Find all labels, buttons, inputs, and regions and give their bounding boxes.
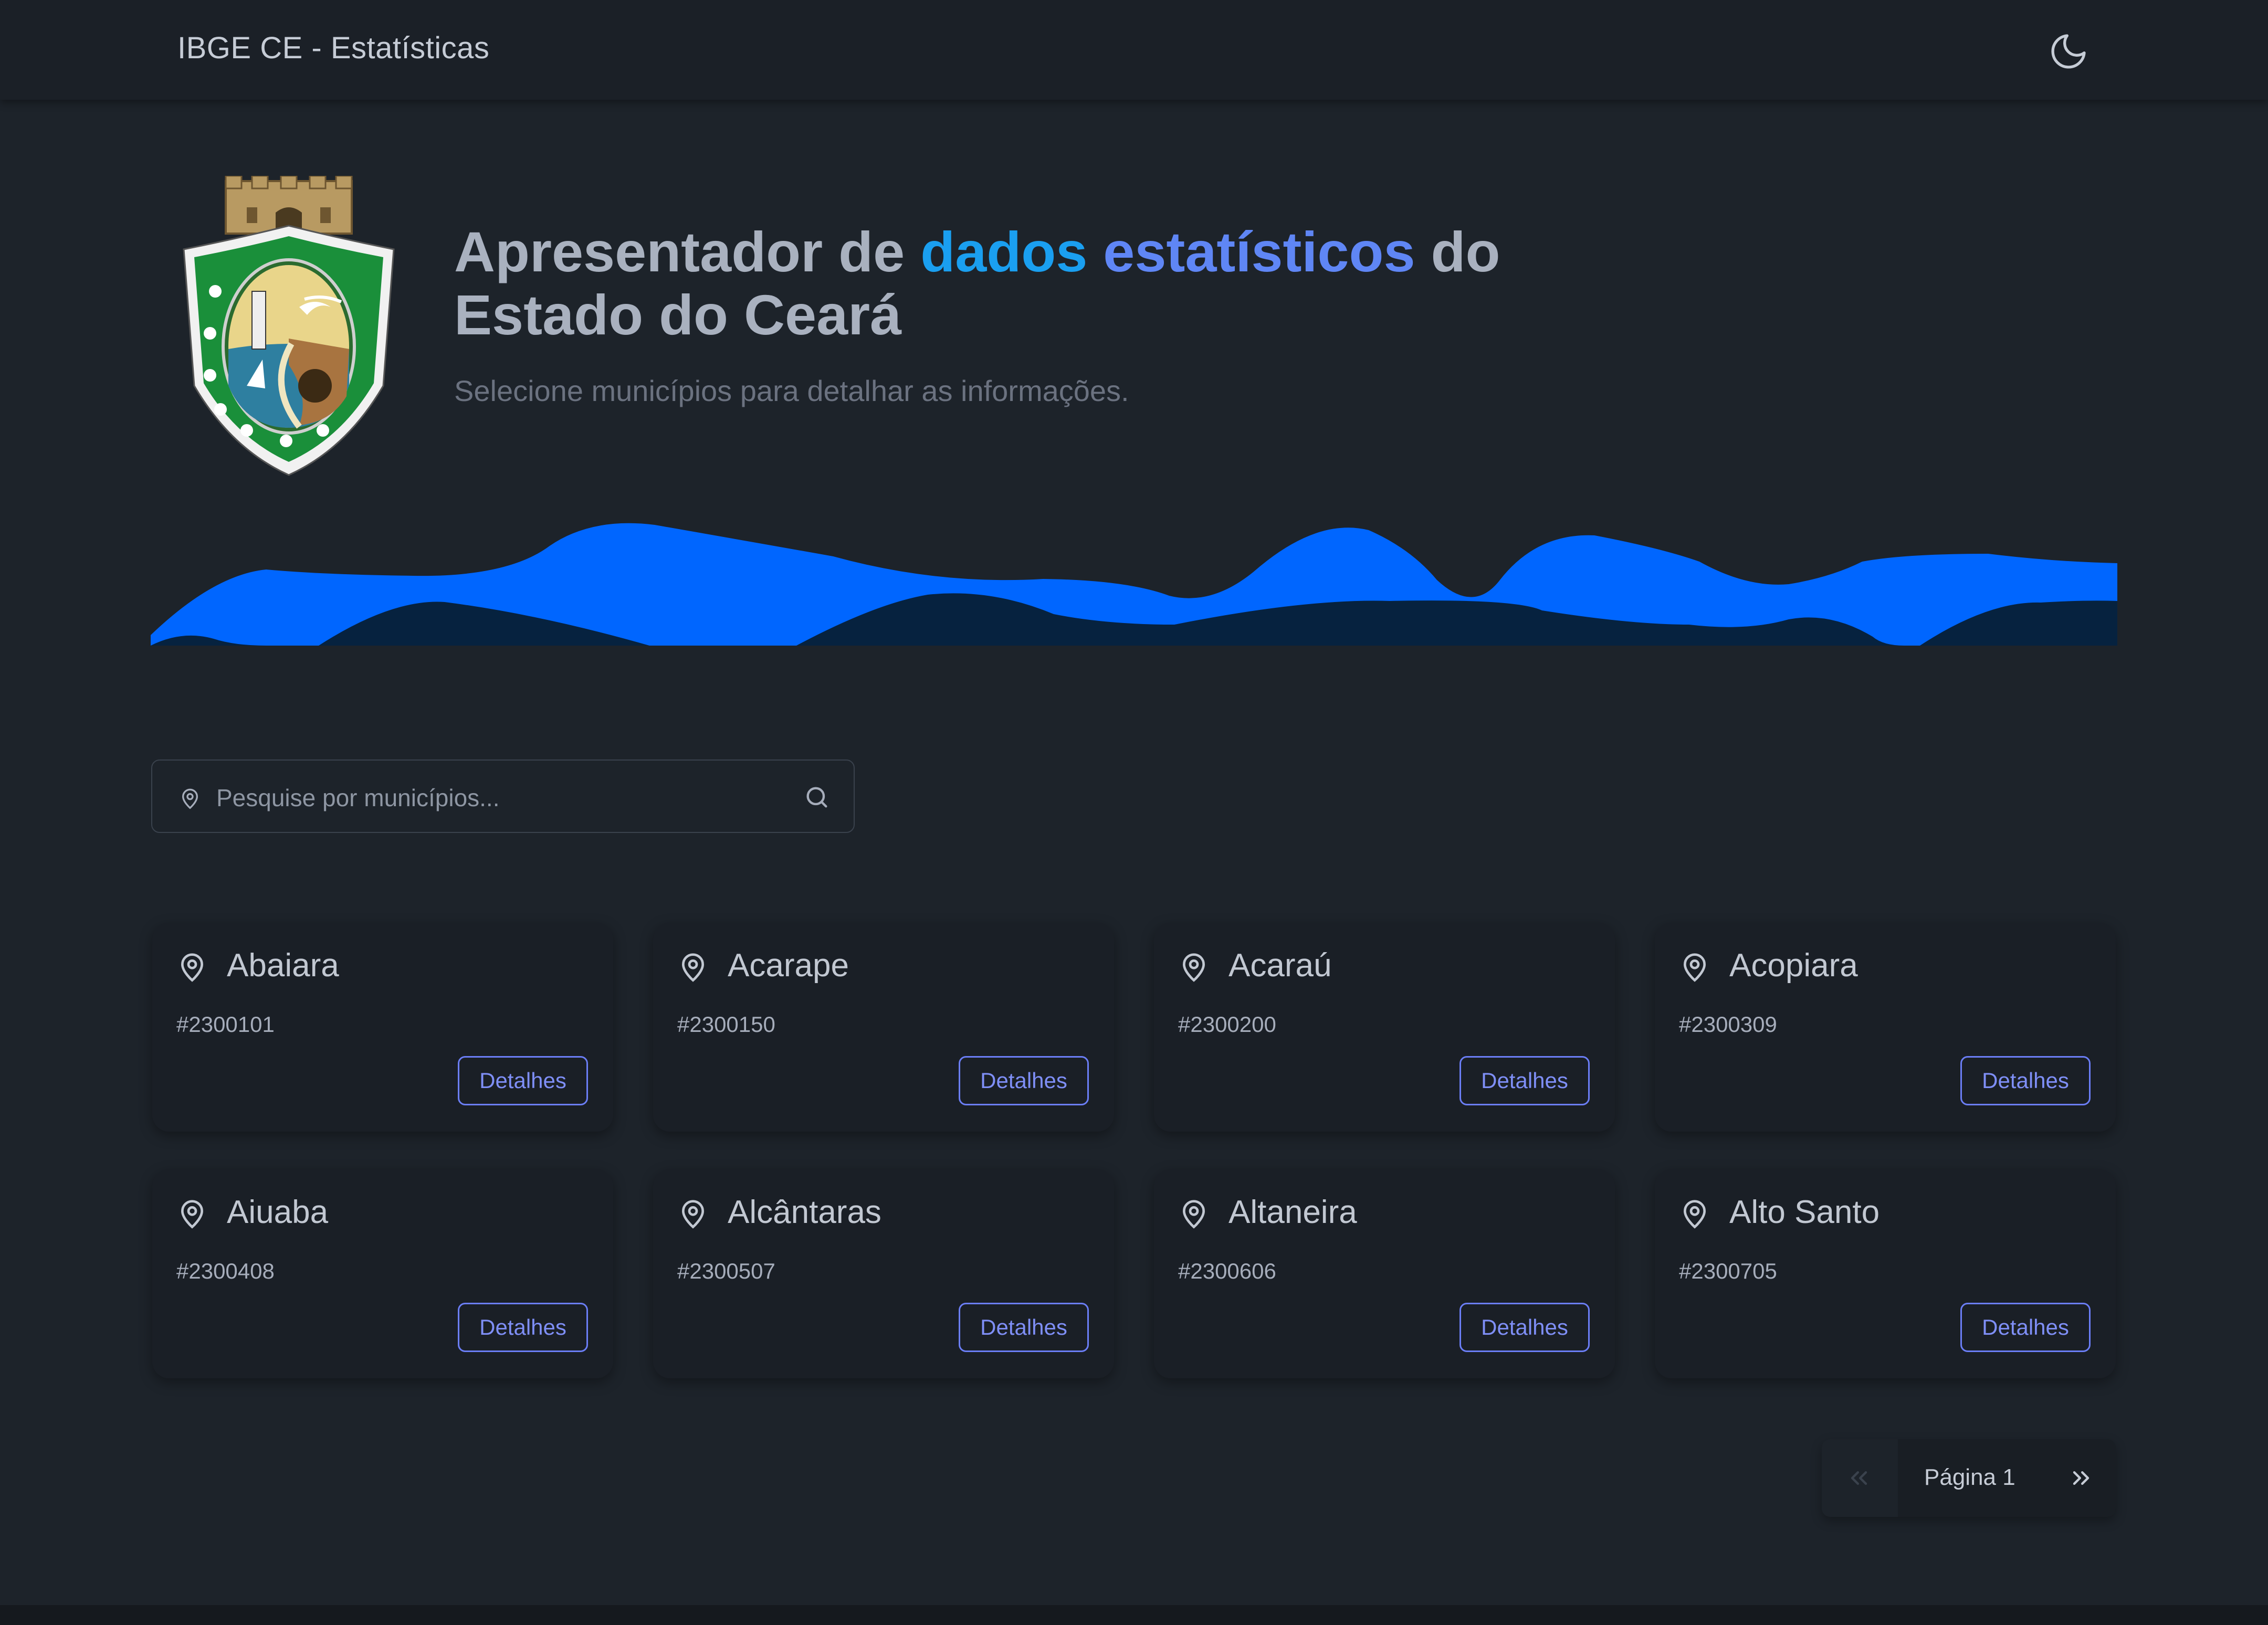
next-page-button[interactable] bbox=[2048, 1439, 2116, 1517]
pagination: Página 1 bbox=[1822, 1439, 2116, 1517]
municipio-card: Acaraú #2300200 Detalhes bbox=[1154, 923, 1615, 1132]
map-pin-icon bbox=[1683, 1200, 1706, 1229]
municipio-card: Aiuaba #2300408 Detalhes bbox=[152, 1169, 613, 1378]
detalhes-button[interactable]: Detalhes bbox=[1460, 1303, 1590, 1352]
municipio-code: #2300606 bbox=[1178, 1259, 1276, 1283]
map-pin-icon bbox=[181, 953, 204, 982]
hero-title-highlight-2: estatísticos bbox=[1103, 220, 1415, 283]
moon-icon bbox=[2051, 34, 2086, 69]
detalhes-button[interactable]: Detalhes bbox=[458, 1056, 588, 1105]
municipio-card: Alcântaras #2300507 Detalhes bbox=[653, 1169, 1114, 1378]
municipio-name: Acarape bbox=[728, 947, 849, 984]
municipio-code: #2300200 bbox=[1178, 1012, 1276, 1037]
detalhes-button[interactable]: Detalhes bbox=[1960, 1303, 2091, 1352]
previous-page-button[interactable] bbox=[1822, 1439, 1898, 1517]
hero-subtitle: Selecione municípios para detalhar as in… bbox=[454, 374, 1129, 407]
search-icon[interactable] bbox=[803, 784, 831, 811]
municipio-name: Acaraú bbox=[1228, 947, 1332, 984]
municipio-card: Alto Santo #2300705 Detalhes bbox=[1655, 1169, 2116, 1378]
theme-toggle-button[interactable] bbox=[2048, 30, 2090, 72]
navbar: IBGE CE - Estatísticas bbox=[0, 0, 2268, 100]
municipio-name: Abaiara bbox=[227, 947, 339, 984]
ceara-coat-of-arms-logo bbox=[183, 176, 395, 476]
detalhes-button[interactable]: Detalhes bbox=[1960, 1056, 2091, 1105]
municipio-code: #2300408 bbox=[176, 1259, 275, 1283]
hero-title-part1: Apresentador de bbox=[454, 220, 921, 283]
municipio-card: Altaneira #2300606 Detalhes bbox=[1154, 1169, 1615, 1378]
chevrons-right-icon bbox=[2073, 1471, 2090, 1485]
map-pin-icon bbox=[181, 1200, 204, 1229]
app-title[interactable]: IBGE CE - Estatísticas bbox=[177, 30, 489, 66]
municipio-code: #2300309 bbox=[1679, 1012, 1777, 1037]
municipio-code: #2300101 bbox=[176, 1012, 275, 1037]
municipio-name: Aiuaba bbox=[227, 1194, 329, 1230]
map-pin-icon bbox=[1683, 953, 1706, 982]
footer bbox=[0, 1605, 2268, 1625]
municipio-code: #2300150 bbox=[677, 1012, 775, 1037]
wave-decoration bbox=[151, 523, 2117, 646]
map-pin-icon bbox=[182, 788, 198, 809]
municipio-card: Abaiara #2300101 Detalhes bbox=[152, 923, 613, 1132]
municipio-name: Alcântaras bbox=[728, 1194, 881, 1230]
hero-title-highlight: dados bbox=[920, 220, 1104, 283]
municipio-name: Altaneira bbox=[1228, 1194, 1357, 1230]
chevrons-left-icon bbox=[1851, 1471, 1867, 1485]
detalhes-button[interactable]: Detalhes bbox=[959, 1303, 1089, 1352]
municipio-code: #2300705 bbox=[1679, 1259, 1777, 1283]
map-pin-icon bbox=[681, 1200, 705, 1229]
hero-title-part2: do bbox=[1415, 220, 1500, 283]
search-input[interactable] bbox=[215, 776, 774, 819]
map-pin-icon bbox=[681, 953, 705, 982]
page-indicator: Página 1 bbox=[1924, 1464, 2015, 1490]
municipio-name: Acopiara bbox=[1729, 947, 1858, 984]
search-box bbox=[151, 759, 855, 833]
municipio-name: Alto Santo bbox=[1729, 1194, 1880, 1230]
hero-title-line2: Estado do Ceará bbox=[454, 283, 902, 346]
municipio-card: Acarape #2300150 Detalhes bbox=[653, 923, 1114, 1132]
map-pin-icon bbox=[1182, 1200, 1205, 1229]
hero-title: Apresentador de dados estatísticos do Est… bbox=[454, 220, 1609, 346]
detalhes-button[interactable]: Detalhes bbox=[959, 1056, 1089, 1105]
municipio-card: Acopiara #2300309 Detalhes bbox=[1655, 923, 2116, 1132]
municipio-code: #2300507 bbox=[677, 1259, 775, 1283]
map-pin-icon bbox=[1182, 953, 1205, 982]
detalhes-button[interactable]: Detalhes bbox=[458, 1303, 588, 1352]
detalhes-button[interactable]: Detalhes bbox=[1460, 1056, 1590, 1105]
